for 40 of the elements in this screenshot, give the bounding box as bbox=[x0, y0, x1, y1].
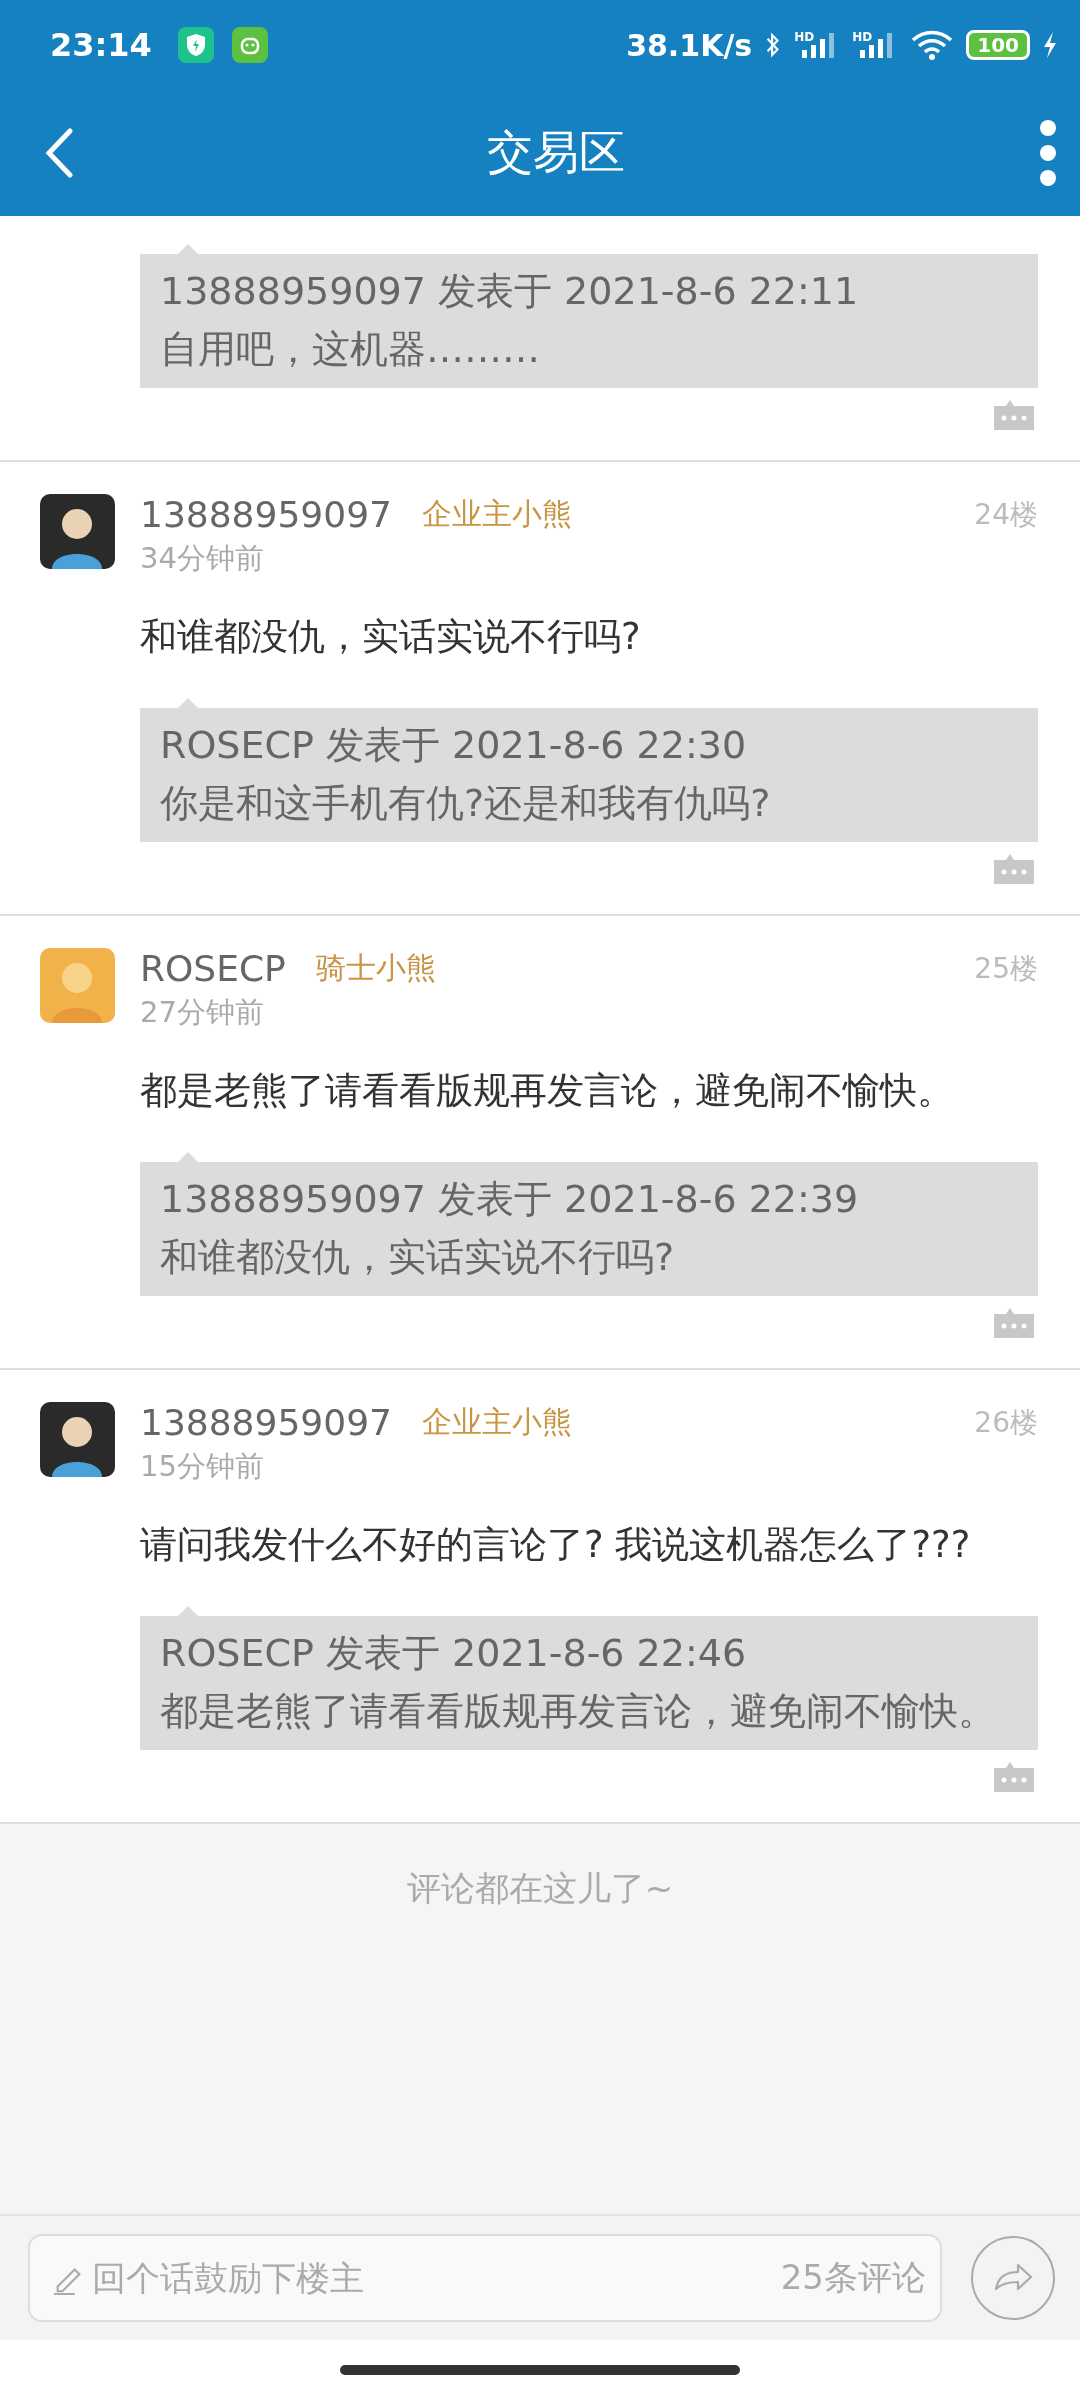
quote-text: 你是和这手机有仇?还是和我有仇吗? bbox=[160, 780, 772, 827]
quote-header: ROSECP 发表于 2021-8-6 22:30 bbox=[160, 722, 748, 769]
battery-level: 100 bbox=[966, 30, 1030, 60]
user-rank: 骑士小熊 bbox=[315, 949, 436, 987]
quote-text: 都是老熊了请看看版规再发言论，避免闹不愉快。 bbox=[160, 1688, 997, 1735]
floor-number: 25楼 bbox=[974, 950, 1038, 987]
user-rank: 企业主小熊 bbox=[421, 495, 572, 533]
post-time: 34分钟前 bbox=[140, 540, 265, 577]
avatar-icon[interactable] bbox=[40, 1402, 115, 1477]
charging-icon bbox=[1042, 30, 1058, 60]
post-content: 和谁都没仇，实话实说不行吗? bbox=[140, 614, 642, 660]
robot-icon bbox=[231, 27, 268, 63]
quote-header: ROSECP 发表于 2021-8-6 22:46 bbox=[160, 1630, 748, 1677]
page-title: 交易区 bbox=[486, 124, 626, 181]
network-speed: 38.1K/s bbox=[626, 27, 753, 63]
more-menu-icon[interactable] bbox=[1038, 118, 1058, 188]
username[interactable]: 13888959097 bbox=[140, 494, 392, 535]
back-button[interactable] bbox=[44, 128, 74, 178]
floor-number: 26楼 bbox=[974, 1404, 1038, 1441]
floor-number: 24楼 bbox=[974, 496, 1038, 533]
hd-label: HD bbox=[852, 30, 873, 44]
wifi-icon bbox=[910, 28, 955, 62]
avatar-icon[interactable] bbox=[40, 494, 115, 569]
username[interactable]: 13888959097 bbox=[140, 1402, 392, 1443]
end-of-comments: 评论都在这儿了~ bbox=[406, 1867, 674, 1906]
shield-icon bbox=[177, 27, 214, 63]
username[interactable]: ROSECP bbox=[140, 948, 286, 989]
share-button[interactable] bbox=[970, 2235, 1056, 2321]
status-time: 23:14 bbox=[50, 26, 152, 64]
post-content: 请问我发什么不好的言论了? 我说这机器怎么了??? bbox=[140, 1522, 972, 1568]
quote-text: 和谁都没仇，实话实说不行吗? bbox=[160, 1234, 676, 1281]
post-time: 27分钟前 bbox=[140, 994, 265, 1031]
quote-text: 自用吧，这机器……… bbox=[160, 326, 541, 373]
post-content: 都是老熊了请看看版规再发言论，避免闹不愉快。 bbox=[140, 1068, 955, 1114]
quote-header: 13888959097 发表于 2021-8-6 22:39 bbox=[160, 1176, 860, 1223]
quote-header: 13888959097 发表于 2021-8-6 22:11 bbox=[160, 268, 860, 315]
hd-label: HD bbox=[794, 30, 815, 44]
home-indicator[interactable] bbox=[340, 2365, 740, 2375]
user-rank: 企业主小熊 bbox=[421, 1403, 572, 1441]
post-time: 15分钟前 bbox=[140, 1448, 265, 1485]
